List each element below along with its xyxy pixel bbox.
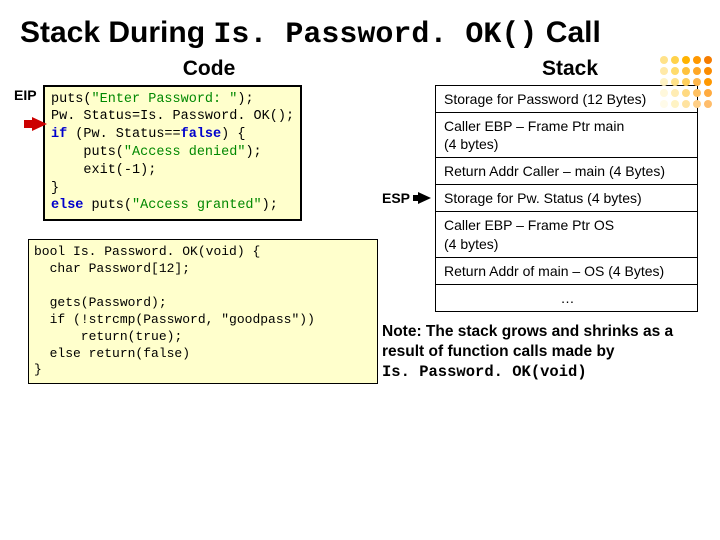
code-column: Code EIP puts("Enter Password: "); Pw. S…	[14, 57, 372, 385]
stack-row: Return Addr of main – OS (4 Bytes)	[436, 258, 697, 285]
stack-row: Return Addr Caller – main (4 Bytes)	[436, 158, 697, 185]
eip-label: EIP	[14, 87, 43, 103]
title-code: Is. Password. OK()	[213, 18, 537, 52]
stack-row: Caller EBP – Frame Ptr main (4 bytes)	[436, 113, 697, 158]
code-block-main: puts("Enter Password: "); Pw. Status=Is.…	[43, 85, 302, 222]
arrow-right-icon	[32, 117, 47, 131]
page-title: Stack During Is. Password. OK() Call	[0, 0, 720, 57]
note-line-1: Note: The stack grows and shrinks as a r…	[382, 323, 673, 360]
content-row: Code EIP puts("Enter Password: "); Pw. S…	[0, 57, 720, 393]
note-code: Is. Password. OK(void)	[382, 363, 587, 381]
decorative-dots	[660, 56, 712, 108]
esp-label: ESP	[382, 190, 414, 206]
stack-column: Stack ESP Storage for Password (12 Bytes…	[382, 57, 698, 385]
code-block-func: bool Is. Password. OK(void) { char Passw…	[28, 239, 378, 384]
stack-row-ellipsis: …	[436, 285, 697, 311]
stack-row: Storage for Password (12 Bytes)	[436, 86, 697, 113]
stack-table: Storage for Password (12 Bytes) Caller E…	[435, 85, 698, 313]
code-heading: Code	[46, 57, 372, 81]
note-text: Note: The stack grows and shrinks as a r…	[382, 322, 698, 382]
stack-row: Caller EBP – Frame Ptr OS (4 bytes)	[436, 212, 697, 257]
title-text-2: Call	[537, 16, 600, 49]
title-text-1: Stack During	[20, 16, 213, 49]
stack-row: Storage for Pw. Status (4 bytes)	[436, 185, 697, 212]
arrow-right-icon	[418, 192, 431, 204]
